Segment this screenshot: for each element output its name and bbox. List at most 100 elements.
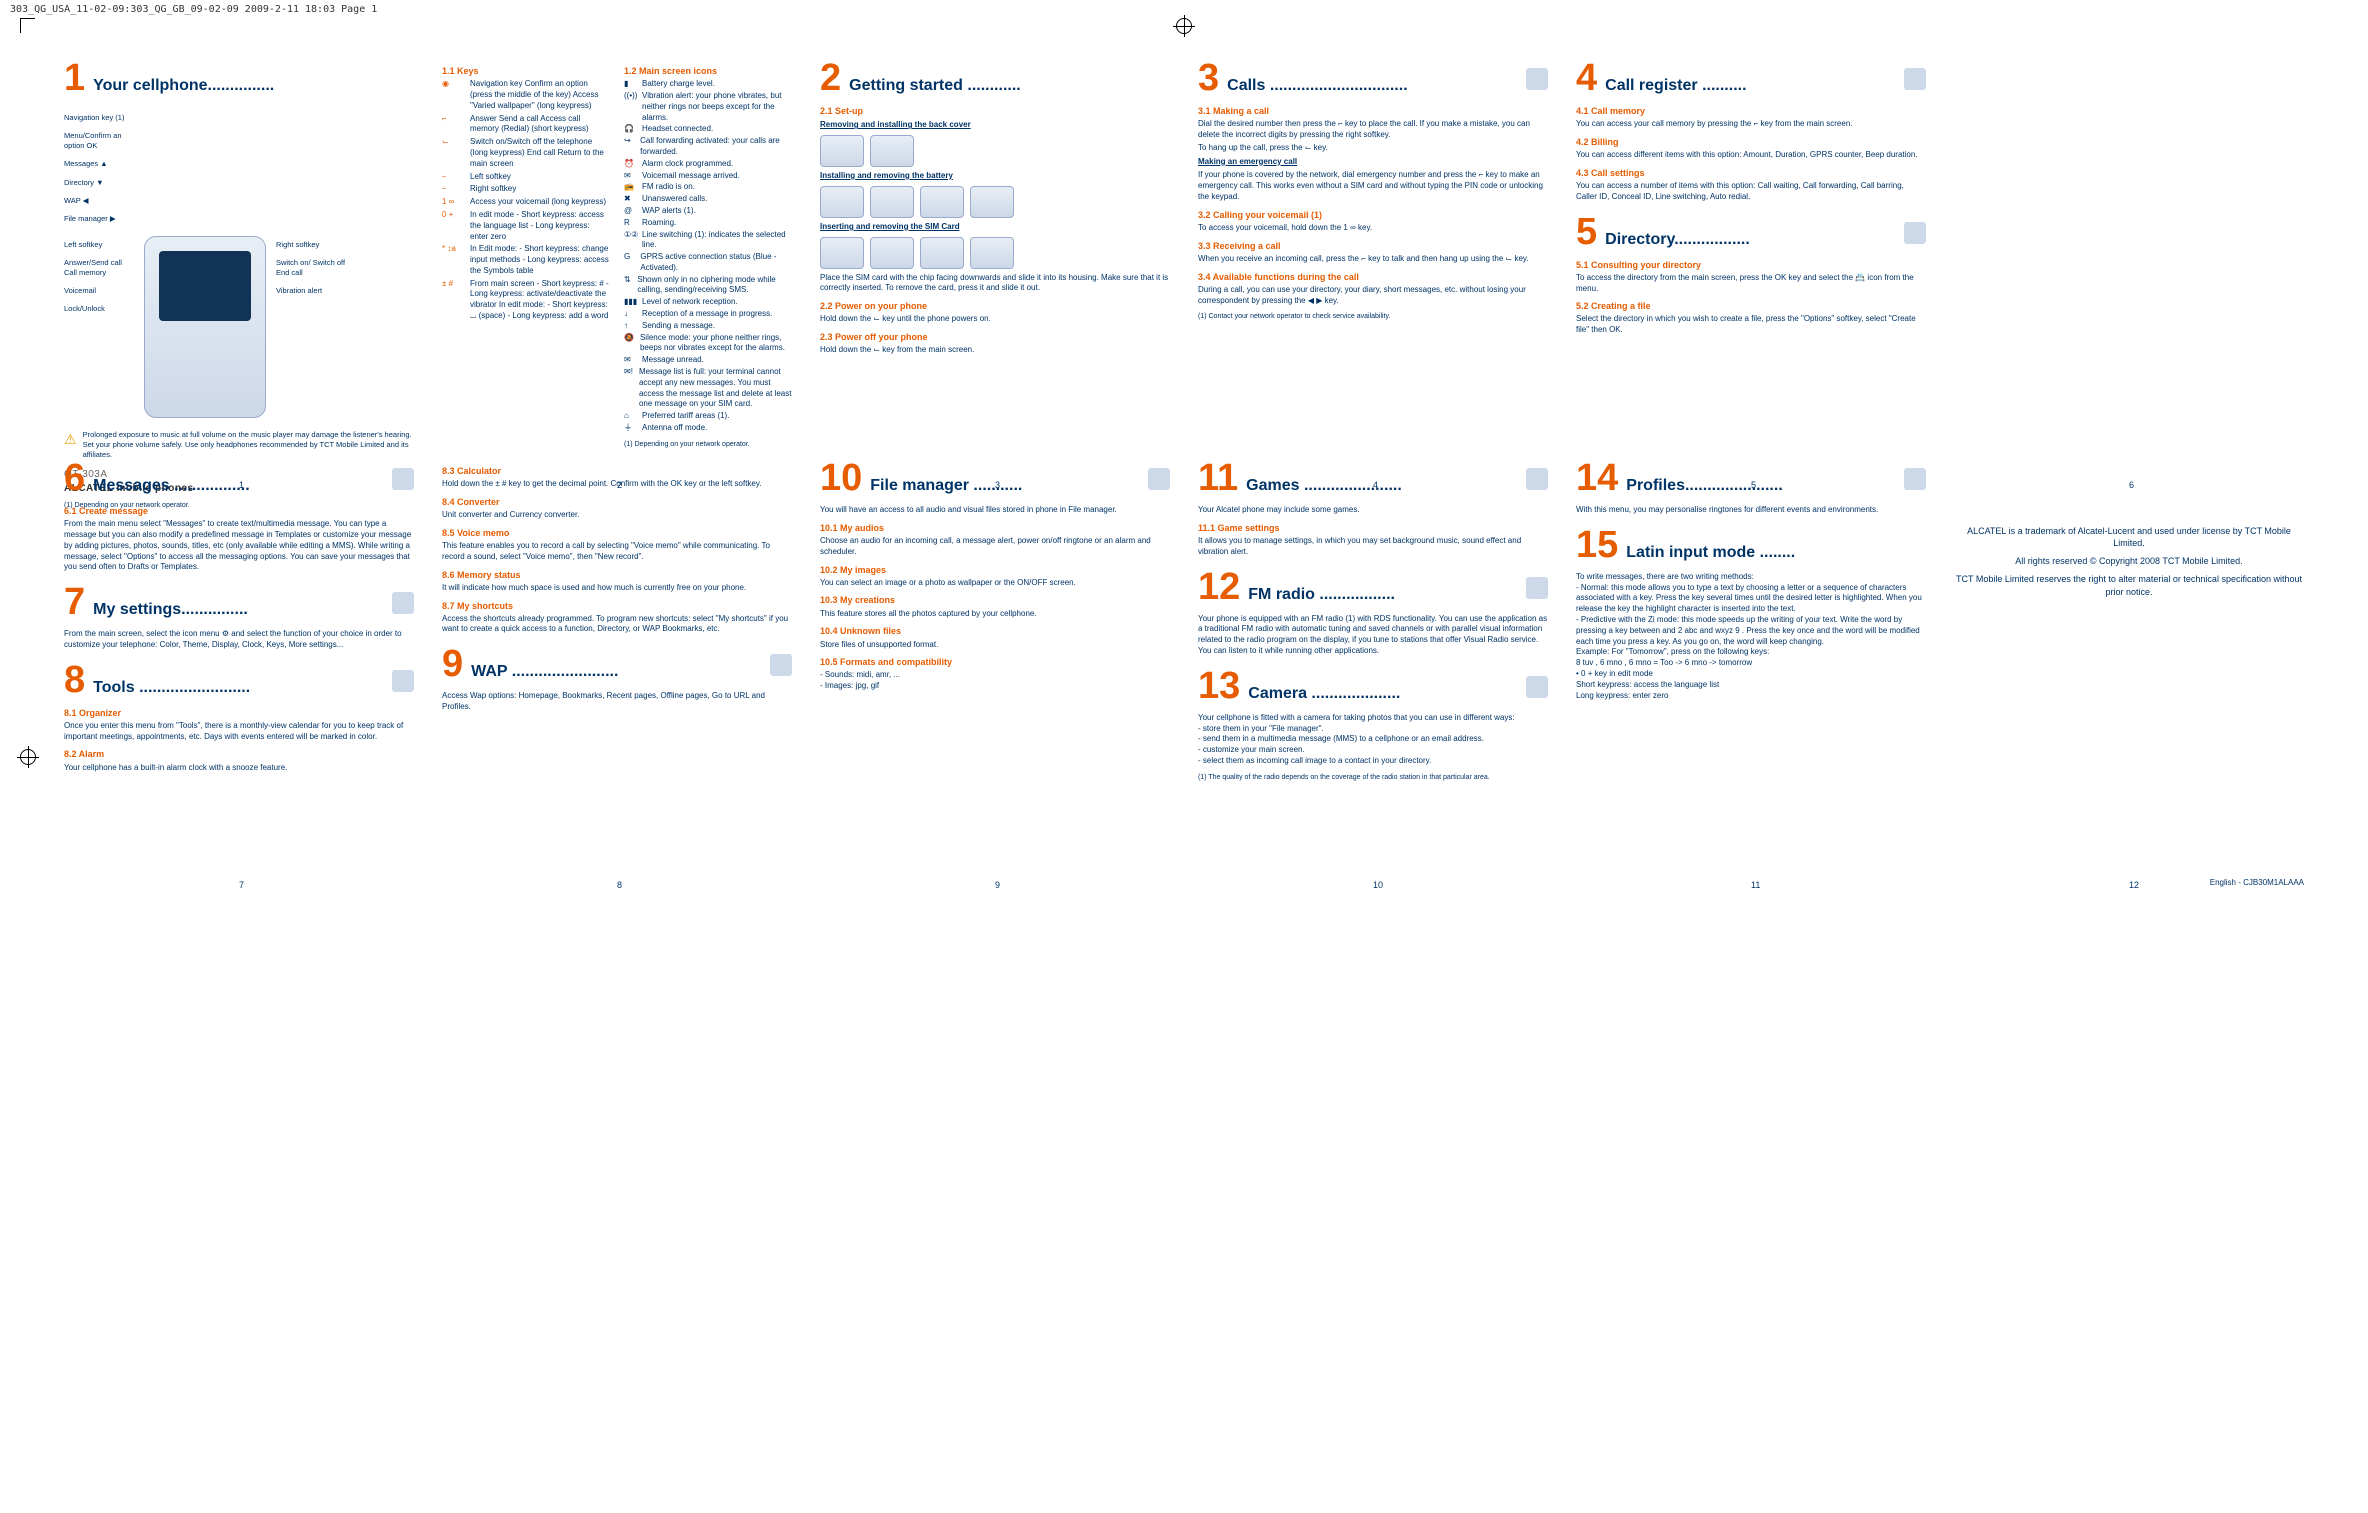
body-text: Dial the desired number then press the ⌐… [1198,119,1548,141]
body-text: When you receive an incoming call, press… [1198,254,1548,265]
sub-call-memory: 4.1 Call memory [1576,105,1926,117]
body-text: Your cellphone has a built-in alarm cloc… [64,763,414,774]
warning-icon: ⚠ [64,430,77,460]
phone-labels-left2: Left softkey Answer/Send call Call memor… [64,232,134,323]
diagram-sim [820,237,1170,269]
section-title: Messages ................. [93,475,250,497]
diagram-battery [820,186,1170,218]
sub-power-on: 2.2 Power on your phone [820,300,1170,312]
sub-call-settings: 4.3 Call settings [1576,167,1926,179]
camera-icon [1526,676,1548,698]
sub-power-off: 2.3 Power off your phone [820,331,1170,343]
legal-block: ALCATEL is a trademark of Alcatel-Lucent… [1954,459,2304,598]
body-text: During a call, you can use your director… [1198,285,1548,307]
rights-text: TCT Mobile Limited reserves the right to… [1954,573,2304,597]
panel-4: 3 Calls ............................... … [1184,59,1562,459]
sub-game-settings: 11.1 Game settings [1198,522,1548,534]
section-number: 12 [1198,568,1240,606]
section-title: Directory................. [1605,229,1750,251]
body-text: Hold down the ⌙ key until the phone powe… [820,314,1170,325]
section-title: Profiles...................... [1626,475,1782,497]
body-text: To access your voicemail, hold down the … [1198,223,1548,234]
section-title: My settings............... [93,599,248,621]
tools-icon [392,670,414,692]
panel-1: 1 Your cellphone............... Navigati… [50,59,428,459]
panel-7: 6 Messages ................. 6.1 Create … [50,459,428,859]
panel-2: 1.1 Keys ◉Navigation key Confirm an opti… [428,59,806,459]
sub-keys: 1.1 Keys [442,65,610,77]
body-text: Store files of unsupported format. [820,640,1170,651]
phone-labels-right: Right softkey Switch on/ Switch off End … [276,232,346,305]
body-text: Your phone is equipped with an FM radio … [1198,614,1548,657]
sub-voice-memo: 8.5 Voice memo [442,527,792,539]
sub-audios: 10.1 My audios [820,522,1170,534]
footnote: (1) Depending on your network operator. [624,440,792,449]
section-title: Calls ............................... [1227,75,1408,97]
body-text: If your phone is covered by the network,… [1198,170,1548,202]
directory-icon [1904,222,1926,244]
panel-5: 4 Call register .......... 4.1 Call memo… [1562,59,1940,459]
section-title: Getting started ............ [849,75,1021,97]
sub-voicemail: 3.2 Calling your voicemail (1) [1198,209,1548,221]
body-text: Access Wap options: Homepage, Bookmarks,… [442,691,792,713]
body-text: Choose an audio for an incoming call, a … [820,536,1170,558]
body-text: Access the shortcuts already programmed.… [442,614,792,636]
sub-organizer: 8.1 Organizer [64,707,414,719]
phone-labels-left: Navigation key (1) Menu/Confirm an optio… [64,105,134,232]
sub-creations: 10.3 My creations [820,594,1170,606]
sub-unknown: 10.4 Unknown files [820,625,1170,637]
phone-icon [1526,68,1548,90]
messages-icon [392,468,414,490]
profiles-icon [1904,468,1926,490]
panel-12: ALCATEL is a trademark of Alcatel-Lucent… [1940,459,2318,859]
section-title: WAP ........................ [471,661,618,683]
section-title: Games ...................... [1246,475,1402,497]
panel-3: 2 Getting started ............ 2.1 Set-u… [806,59,1184,459]
trademark-text: ALCATEL is a trademark of Alcatel-Lucent… [1954,525,2304,549]
section-number: 3 [1198,59,1219,97]
radio-icon [1526,577,1548,599]
body-text: It allows you to manage settings, in whi… [1198,536,1548,558]
body-text: Hold down the ⌙ key from the main screen… [820,345,1170,356]
section-title: Tools ......................... [93,677,250,699]
section-number: 13 [1198,667,1240,705]
section-number: 7 [64,583,85,621]
sub-receiving: 3.3 Receiving a call [1198,240,1548,252]
body-text: You can access different items with this… [1576,150,1926,161]
body-text: Select the directory in which you wish t… [1576,314,1926,336]
body-text: To access the directory from the main sc… [1576,273,1926,295]
section-title: Your cellphone............... [93,75,274,97]
section-title: File manager ........... [870,475,1022,497]
body-text: Your Alcatel phone may include some game… [1198,505,1548,516]
sub-functions: 3.4 Available functions during the call [1198,271,1548,283]
sub-memory: 8.6 Memory status [442,569,792,581]
page-number: 8 [617,879,622,891]
section-number: 15 [1576,526,1618,564]
body-text: You can access your call memory by press… [1576,119,1926,130]
sub-battery: Installing and removing the battery [820,171,1170,182]
games-icon [1526,468,1548,490]
sub-sim: Inserting and removing the SIM Card [820,222,1170,233]
sub-back-cover: Removing and installing the back cover [820,120,1170,131]
page-number: 11 [1751,879,1760,891]
body-text: You can access a number of items with th… [1576,181,1926,203]
settings-icon [392,592,414,614]
crop-mark [20,18,35,33]
body-text: It will indicate how much space is used … [442,583,792,594]
section-title: FM radio ................. [1248,584,1395,606]
sub-alarm: 8.2 Alarm [64,748,414,760]
page-number: 10 [1373,879,1383,891]
footnote: (1) Contact your network operator to che… [1198,312,1548,321]
panel-10: 11 Games ...................... Your Alc… [1184,459,1562,859]
section-number: 9 [442,645,463,683]
body-text: From the main menu select "Messages" to … [64,519,414,573]
sub-formats: 10.5 Formats and compatibility [820,656,1170,668]
section-title: Call register .......... [1605,75,1746,97]
body-text: This feature stores all the photos captu… [820,609,1170,620]
sub-shortcuts: 8.7 My shortcuts [442,600,792,612]
keys-table: ◉Navigation key Confirm an option (press… [442,79,610,322]
registration-mark-left [20,749,36,765]
sub-converter: 8.4 Converter [442,496,792,508]
section-number: 14 [1576,459,1618,497]
body-text: With this menu, you may personalise ring… [1576,505,1926,516]
